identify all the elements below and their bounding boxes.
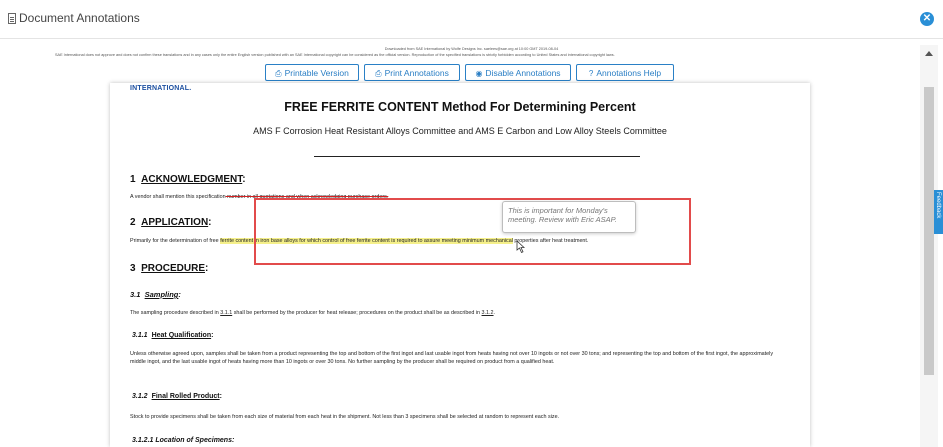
section-acknowledgment-heading: 1 ACKNOWLEDGMENT:	[130, 174, 246, 185]
download-notice: Downloaded from SAE International by Wol…	[384, 47, 559, 51]
section-link[interactable]: 3.1.1	[220, 310, 232, 316]
print-annotations-button[interactable]: ⎙ Print Annotations	[364, 64, 460, 81]
section-link[interactable]: 3.1.2	[482, 310, 494, 316]
section-sampling-text: The sampling procedure described in 3.1.…	[130, 310, 496, 316]
section-final-rolled-product-heading: 3.1.2 Final Rolled Product:	[132, 393, 222, 400]
document-title: FREE FERRITE CONTENT Method For Determin…	[284, 100, 636, 114]
scroll-thumb[interactable]	[924, 87, 934, 375]
disable-annotations-button[interactable]: ◉ Disable Annotations	[465, 64, 571, 81]
vertical-scrollbar[interactable]	[920, 45, 938, 447]
window-title: Document Annotations	[19, 11, 140, 25]
eye-slash-icon: ◉	[475, 69, 483, 78]
section-procedure-heading: 3 PROCEDURE:	[130, 263, 209, 274]
section-application-heading: 2 APPLICATION:	[130, 217, 212, 228]
close-icon[interactable]: ✕	[920, 12, 934, 26]
section-final-rolled-product-text: Stock to provide specimens shall be take…	[130, 414, 560, 420]
cursor-icon	[516, 240, 526, 254]
document-icon	[8, 13, 16, 24]
copyright-disclaimer: SAE International does not approve and d…	[55, 53, 615, 57]
print-icon: ⎙	[375, 69, 382, 78]
document-page: INTERNATIONAL. FREE FERRITE CONTENT Meth…	[110, 83, 810, 447]
section-heat-qualification-text: Unless otherwise agreed upon, samples sh…	[130, 351, 774, 365]
feedback-tab[interactable]: Feedback	[934, 190, 943, 234]
print-icon: ⎙	[275, 69, 282, 78]
help-icon: ?	[588, 69, 594, 78]
annotations-help-button[interactable]: ? Annotations Help	[576, 64, 674, 81]
annotation-note[interactable]: This is important for Monday's meeting. …	[502, 201, 636, 233]
section-sampling-heading: 3.1 Sampling:	[130, 290, 181, 299]
window-titlebar: Document Annotations ✕	[0, 0, 943, 39]
publisher-brand: INTERNATIONAL.	[130, 85, 192, 92]
committee-line: AMS F Corrosion Heat Resistant Alloys Co…	[253, 126, 667, 136]
section-location-of-specimens-heading: 3.1.2.1 Location of Specimens:	[132, 437, 235, 444]
section-heat-qualification-heading: 3.1.1 Heat Qualification:	[132, 332, 214, 339]
scroll-up-arrow-icon[interactable]	[925, 51, 933, 56]
printable-version-button[interactable]: ⎙ Printable Version	[265, 64, 359, 81]
title-divider	[314, 156, 640, 157]
